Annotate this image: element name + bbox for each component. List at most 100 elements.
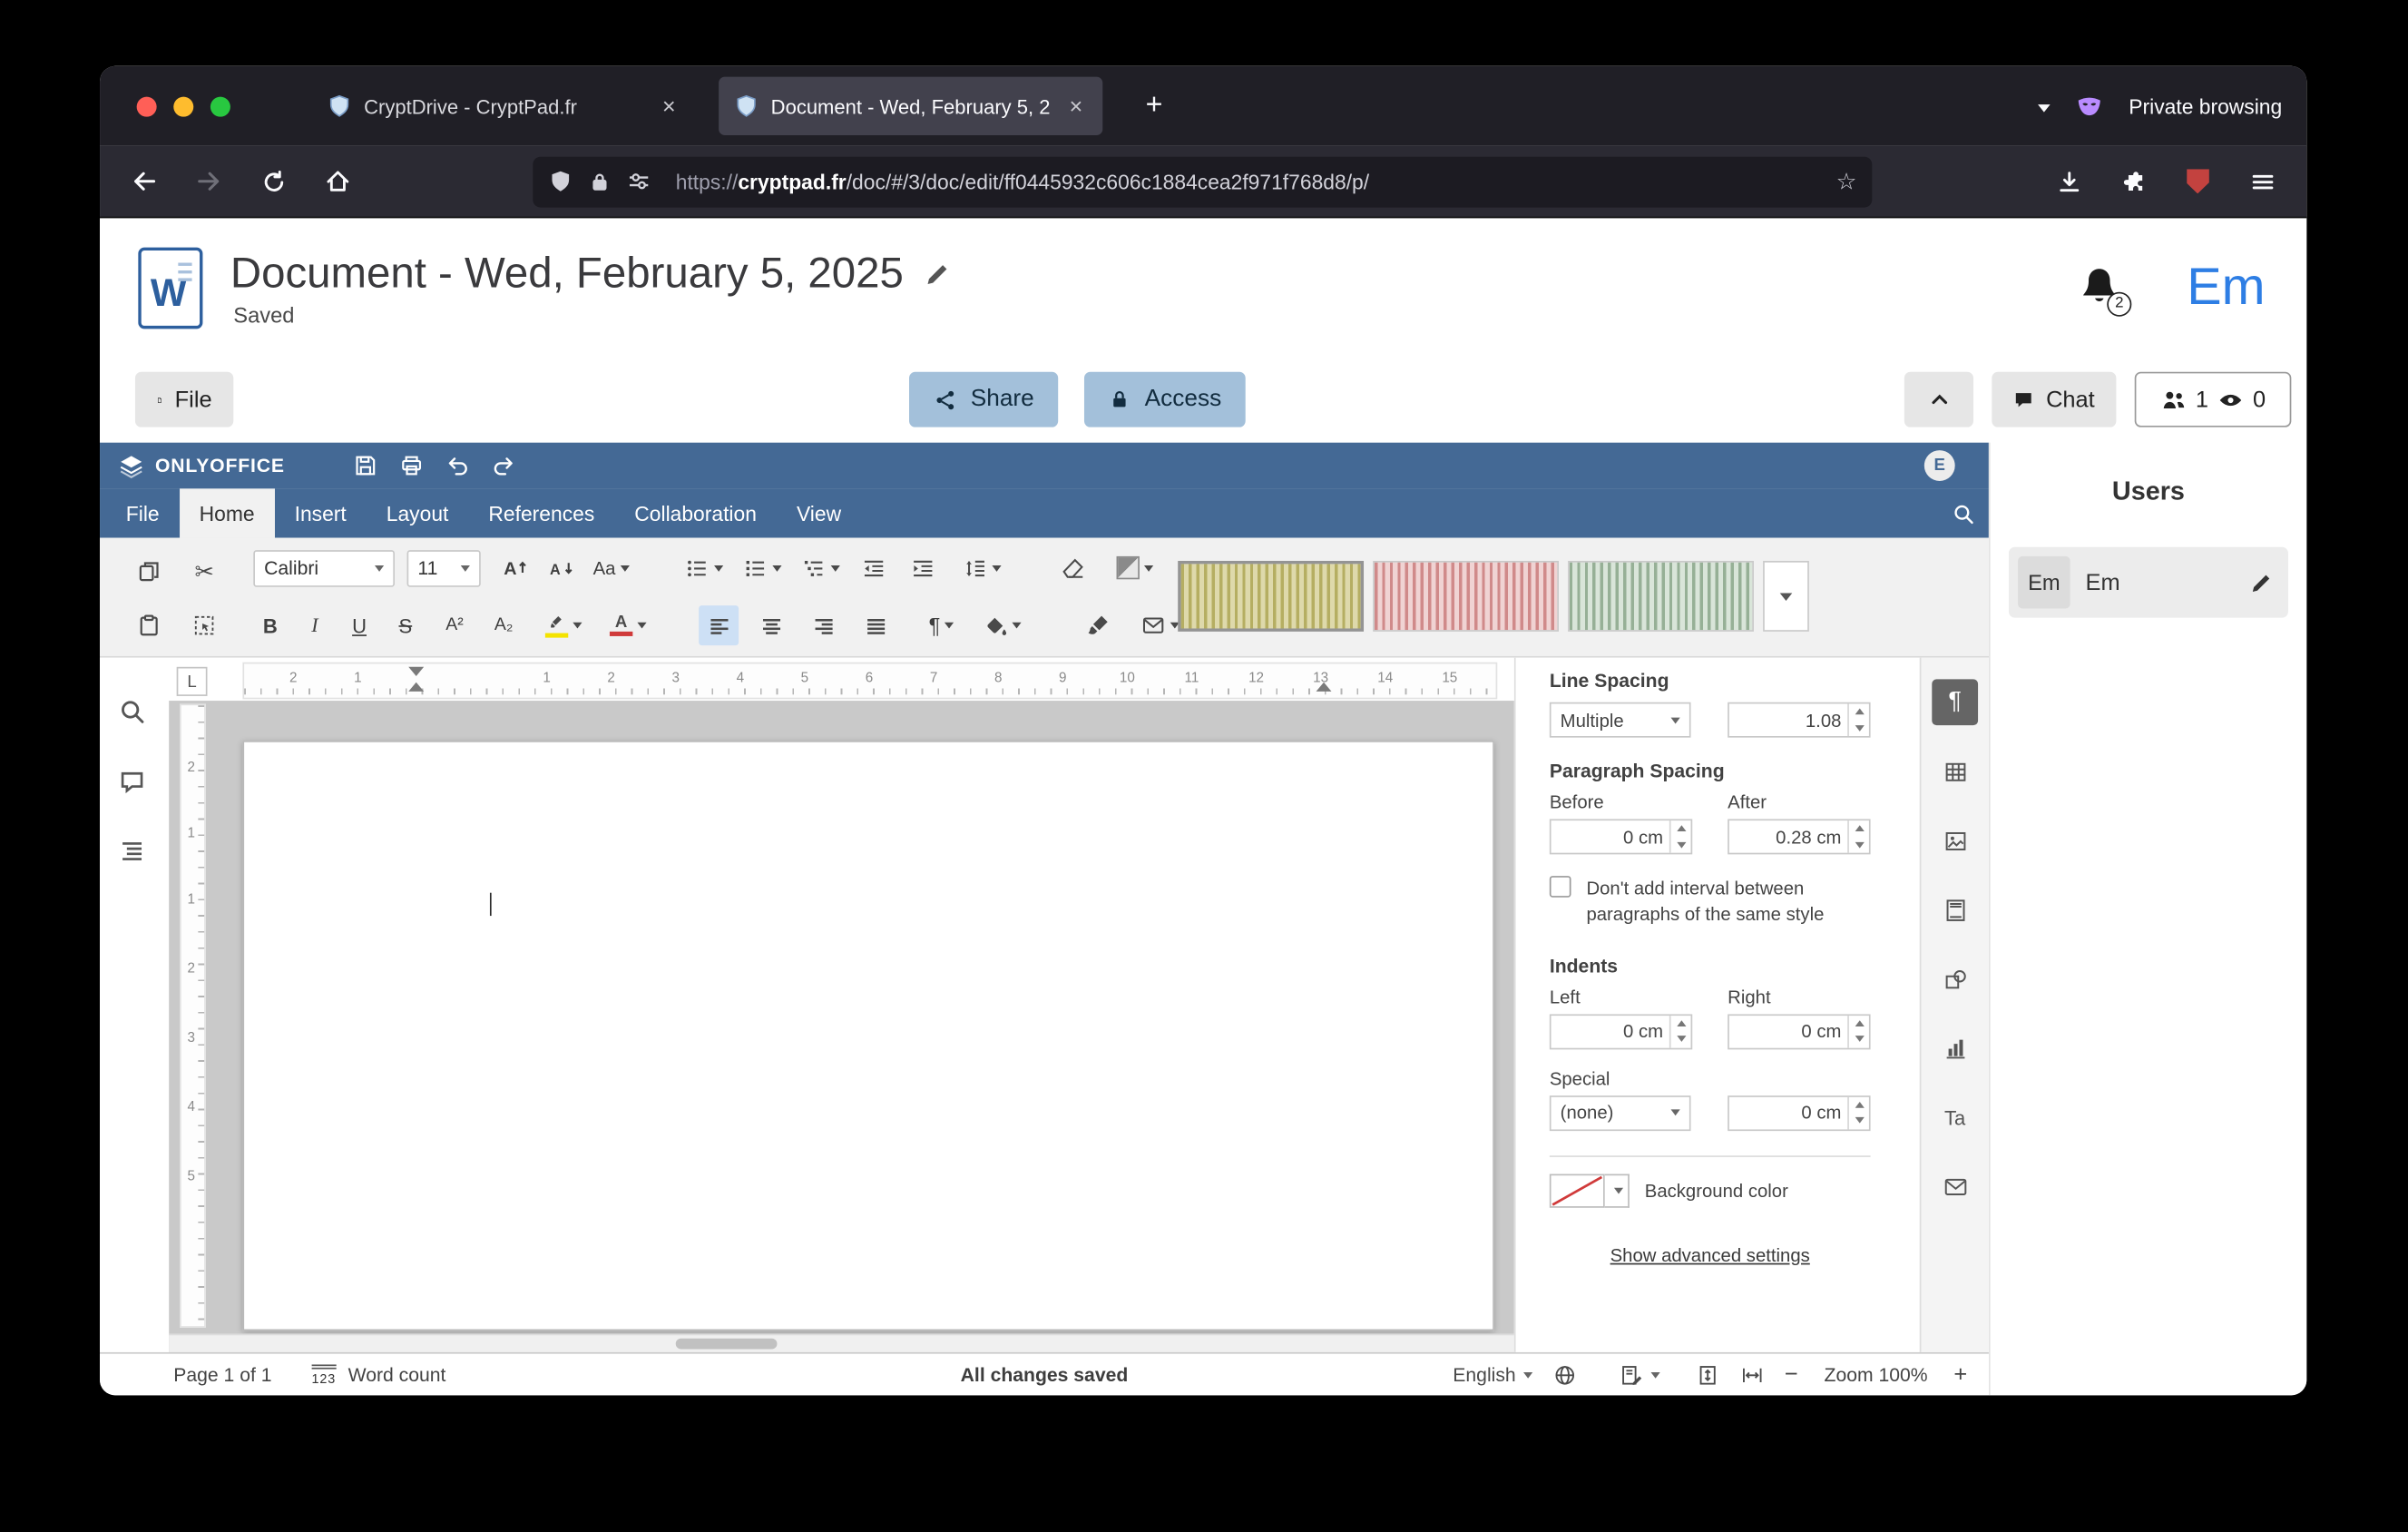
edit-user-pencil-icon[interactable] (2250, 571, 2273, 594)
zoom-in-button[interactable]: + (1953, 1361, 1967, 1388)
increase-font-button[interactable]: A (496, 548, 533, 588)
oo-menu-collaboration[interactable]: Collaboration (614, 488, 777, 537)
search-icon[interactable] (1936, 488, 1989, 537)
increase-indent-button[interactable] (905, 548, 942, 588)
line-spacing-amount-input[interactable]: 1.08 (1728, 702, 1870, 738)
hanging-indent-marker[interactable] (408, 683, 424, 692)
horizontal-scrollbar[interactable] (169, 1334, 1514, 1352)
word-count-icon[interactable]: 123 (312, 1364, 337, 1386)
align-left-button[interactable] (699, 605, 739, 645)
multilevel-list-button[interactable] (797, 548, 843, 588)
close-tab-icon[interactable]: × (1064, 93, 1087, 119)
extensions-icon[interactable] (2110, 158, 2157, 204)
oo-menu-file[interactable]: File (106, 488, 180, 537)
spacing-after-input[interactable]: 0.28 cm (1728, 819, 1870, 854)
tracking-protection-shield-icon[interactable] (548, 169, 573, 193)
select-all-button[interactable] (192, 604, 217, 644)
downloads-icon[interactable] (2046, 158, 2092, 204)
spell-check-icon[interactable] (1619, 1362, 1660, 1387)
spacing-before-input[interactable]: 0 cm (1550, 819, 1692, 854)
fullscreen-window-button[interactable] (210, 96, 230, 116)
oo-menu-layout[interactable]: Layout (367, 488, 469, 537)
mail-merge-settings-icon[interactable] (1932, 1164, 1978, 1210)
back-button[interactable] (122, 158, 168, 204)
collapse-toolbar-button[interactable] (1904, 372, 1973, 427)
document-page[interactable] (242, 741, 1493, 1331)
zoom-level[interactable]: Zoom 100% (1825, 1364, 1928, 1386)
oo-menu-references[interactable]: References (468, 488, 614, 537)
find-icon[interactable] (118, 698, 149, 729)
lock-icon[interactable] (588, 170, 611, 192)
zoom-out-button[interactable]: − (1785, 1361, 1798, 1388)
style-preview-3[interactable] (1568, 561, 1754, 632)
table-settings-icon[interactable] (1932, 749, 1978, 795)
font-size-select[interactable]: 11 (407, 549, 481, 586)
first-line-indent-marker[interactable] (408, 667, 424, 676)
chart-settings-icon[interactable] (1932, 1025, 1978, 1071)
notifications-button[interactable]: 2 (2076, 263, 2125, 312)
decrease-font-button[interactable]: A (542, 548, 579, 588)
oo-menu-home[interactable]: Home (180, 488, 275, 537)
styles-gallery-expand-button[interactable] (1763, 561, 1809, 632)
style-preview-2[interactable] (1373, 561, 1559, 632)
decrease-indent-button[interactable] (856, 548, 893, 588)
permissions-icon[interactable] (627, 169, 651, 193)
present-users-button[interactable]: 1 0 (2135, 372, 2292, 427)
header-footer-settings-icon[interactable] (1932, 887, 1978, 933)
fit-width-icon[interactable] (1740, 1362, 1765, 1387)
new-tab-button[interactable]: + (1133, 89, 1175, 123)
tab-cryptdrive[interactable]: CryptDrive - CryptPad.fr × (312, 77, 696, 135)
collaborator-badge[interactable]: E (1924, 450, 1955, 481)
page-indicator[interactable]: Page 1 of 1 (173, 1364, 271, 1386)
tab-document[interactable]: Document - Wed, February 5, 2 × (719, 77, 1102, 135)
subscript-button[interactable]: A₂ (484, 605, 524, 645)
align-right-button[interactable] (803, 605, 843, 645)
save-button[interactable] (343, 448, 389, 482)
change-case-button[interactable]: Aa (588, 548, 634, 588)
tab-stop-selector[interactable]: L (177, 667, 208, 696)
user-avatar[interactable]: Em (2187, 258, 2265, 318)
indent-left-input[interactable]: 0 cm (1550, 1014, 1692, 1049)
numbered-list-button[interactable] (739, 548, 785, 588)
shape-settings-icon[interactable] (1932, 956, 1978, 1002)
ublock-origin-icon[interactable] (2175, 158, 2221, 204)
style-preview-selected[interactable] (1178, 561, 1364, 632)
forward-button[interactable] (186, 158, 232, 204)
special-indent-select[interactable]: (none) (1550, 1095, 1691, 1130)
font-color-button[interactable]: A (601, 605, 656, 645)
fit-page-icon[interactable] (1696, 1362, 1720, 1387)
horizontal-scroll-thumb[interactable] (676, 1339, 778, 1350)
bold-button[interactable]: B (253, 605, 287, 645)
underline-button[interactable]: U (342, 605, 376, 645)
document-language-select[interactable]: English (1453, 1364, 1532, 1386)
reload-button[interactable] (250, 158, 297, 204)
chat-button[interactable]: Chat (1992, 372, 2116, 427)
background-color-dropdown[interactable] (1605, 1174, 1630, 1207)
no-interval-checkbox[interactable] (1550, 876, 1571, 898)
cut-button[interactable]: ✂ (194, 551, 213, 591)
share-button[interactable]: Share (909, 372, 1059, 427)
globe-icon[interactable] (1552, 1362, 1577, 1387)
undo-button[interactable] (436, 448, 482, 482)
strikethrough-button[interactable]: S (388, 605, 422, 645)
oo-menu-insert[interactable]: Insert (275, 488, 367, 537)
font-name-select[interactable]: Calibri (253, 549, 395, 586)
line-spacing-select[interactable]: Multiple (1550, 702, 1691, 738)
redo-button[interactable] (481, 448, 527, 482)
minimize-window-button[interactable] (173, 96, 193, 116)
document-title[interactable]: Document - Wed, February 5, 2025 (230, 249, 904, 298)
url-bar[interactable]: https://cryptpad.fr/doc/#/3/doc/edit/ff0… (533, 156, 1872, 207)
show-advanced-settings-link[interactable]: Show advanced settings (1610, 1244, 1810, 1266)
user-list-item[interactable]: Em Em (2009, 547, 2288, 618)
navigation-headings-icon[interactable] (118, 838, 149, 869)
indent-right-input[interactable]: 0 cm (1728, 1014, 1870, 1049)
home-button[interactable] (315, 158, 361, 204)
justify-button[interactable] (856, 605, 896, 645)
superscript-button[interactable]: A² (435, 605, 475, 645)
paragraph-color-button[interactable] (975, 605, 1031, 645)
list-all-tabs-chevron-icon[interactable] (2038, 93, 2051, 120)
comments-icon[interactable] (118, 769, 149, 800)
file-button[interactable]: File (135, 372, 233, 427)
rename-pencil-icon[interactable] (925, 260, 952, 287)
h-ruler[interactable]: 21123456789101112131415 (242, 663, 1497, 700)
